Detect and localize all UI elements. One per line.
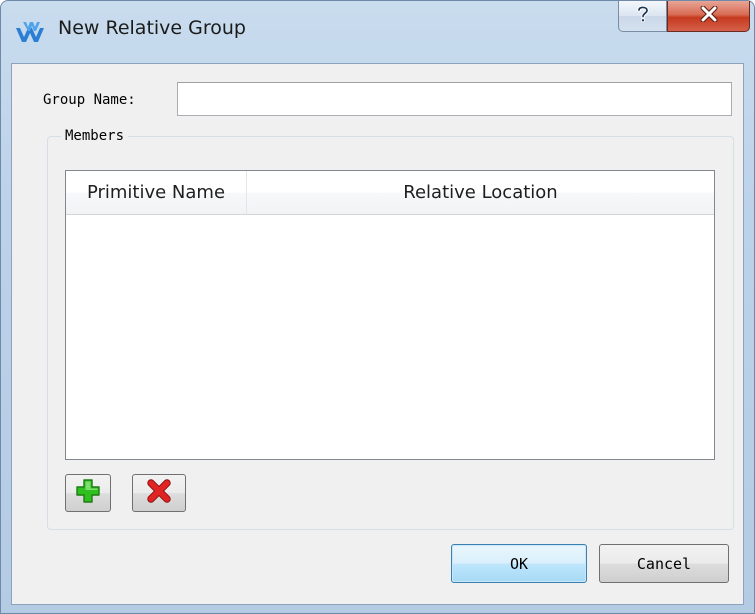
wave-logo-icon	[15, 19, 49, 47]
members-legend: Members	[61, 128, 129, 144]
column-header-relative-location[interactable]: Relative Location	[247, 171, 714, 214]
delete-member-button[interactable]	[132, 474, 186, 512]
help-button[interactable]	[618, 1, 667, 32]
add-member-button[interactable]	[65, 474, 111, 512]
table-header: Primitive Name Relative Location	[66, 171, 714, 215]
plus-icon	[75, 478, 101, 508]
title-bar[interactable]: New Relative Group	[1, 1, 754, 63]
cancel-button[interactable]: Cancel	[599, 544, 729, 583]
dialog-window: New Relative Group Group Name: Members P…	[0, 0, 755, 614]
close-button[interactable]	[667, 1, 750, 32]
window-title: New Relative Group	[58, 17, 246, 39]
group-name-label: Group Name:	[43, 92, 136, 108]
column-header-primitive-name[interactable]: Primitive Name	[66, 171, 247, 214]
group-name-input[interactable]	[177, 82, 732, 116]
dialog-body: Group Name: Members Primitive Name Relat…	[11, 63, 744, 605]
delete-x-icon	[146, 478, 172, 508]
question-mark-icon	[636, 5, 650, 27]
members-groupbox: Members Primitive Name Relative Location	[47, 128, 734, 530]
ok-button[interactable]: OK	[451, 544, 587, 583]
members-table[interactable]: Primitive Name Relative Location	[65, 170, 715, 460]
close-x-icon	[699, 5, 719, 26]
